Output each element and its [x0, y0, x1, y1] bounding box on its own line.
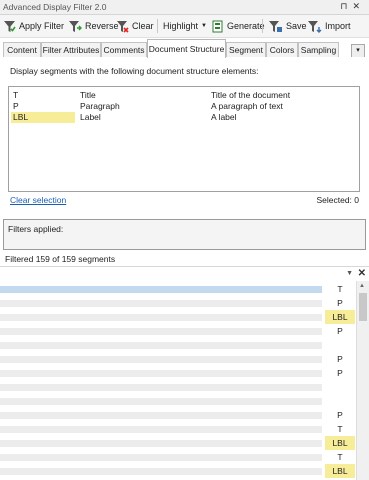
structure-tag-cell: T [337, 452, 343, 462]
list-item[interactable]: P Paragraph A paragraph of text [9, 101, 359, 112]
element-code: P [13, 101, 19, 111]
tab-colors[interactable]: Colors [266, 42, 298, 57]
table-row[interactable] [0, 314, 322, 321]
reverse-button[interactable]: Reverse [68, 18, 119, 34]
tab-overflow-button[interactable]: ▾ [351, 44, 365, 58]
table-row[interactable] [0, 426, 322, 433]
generate-icon [212, 20, 223, 32]
apply-filter-button[interactable]: Apply Filter [3, 18, 64, 34]
funnel-icon [4, 20, 16, 32]
toolbar: Apply Filter Reverse Clear Highlight ▼ G… [0, 15, 369, 38]
filters-applied-label: Filters applied: [8, 224, 64, 234]
window-title: Advanced Display Filter 2.0 [3, 2, 107, 12]
filters-applied-box: Filters applied: [3, 219, 366, 250]
tab-content[interactable]: Content [3, 42, 41, 57]
document-structure-panel: Display segments with the following docu… [0, 57, 369, 212]
table-row[interactable] [0, 440, 322, 447]
table-row[interactable] [0, 356, 322, 363]
table-row[interactable] [0, 370, 322, 377]
chevron-down-icon: ▼ [201, 23, 207, 29]
structure-tag-cell [325, 394, 355, 408]
pin-icon[interactable]: ⊓ [340, 1, 352, 11]
structure-tag-cell: LBL [325, 464, 355, 478]
dropdown-arrow-icon[interactable]: ▼ [346, 270, 353, 277]
tab-filter-attributes[interactable]: Filter Attributes [41, 42, 101, 57]
structure-tag-cell: LBL [325, 436, 355, 450]
tab-sampling[interactable]: Sampling [298, 42, 339, 57]
structure-tag-cell: LBL [325, 310, 355, 324]
table-row[interactable] [0, 412, 322, 419]
structure-tag-cell: T [337, 284, 343, 294]
element-name: Label [80, 112, 101, 122]
structure-tag-cell: P [337, 354, 343, 364]
table-row[interactable] [0, 300, 322, 307]
segment-grid[interactable]: T P LBL P P P P T LBL T LBL [0, 281, 356, 480]
highlight-dropdown[interactable]: Highlight ▼ [163, 18, 207, 34]
title-bar-controls: ⊓✕ [340, 1, 365, 12]
structure-tag-cell [325, 338, 355, 352]
filtered-status: Filtered 159 of 159 segments [5, 254, 116, 264]
element-description: Title of the document [211, 90, 291, 100]
tab-strip: Content Filter Attributes Comments Docum… [0, 39, 369, 58]
generate-button[interactable]: Generate [212, 18, 265, 34]
selected-count: Selected: 0 [316, 195, 359, 205]
clear-filter-icon [117, 20, 129, 33]
structure-tag-cell [325, 380, 355, 394]
table-row[interactable] [0, 342, 322, 349]
tab-comments[interactable]: Comments [101, 42, 147, 57]
clear-button[interactable]: Clear [116, 18, 154, 34]
save-button[interactable]: Save [268, 18, 307, 34]
element-code: T [13, 90, 19, 100]
structure-tag-cell: T [337, 424, 343, 434]
table-row[interactable] [0, 328, 322, 335]
table-row[interactable] [0, 468, 322, 475]
table-row[interactable] [0, 286, 322, 293]
clear-selection-link[interactable]: Clear selection [10, 195, 66, 205]
import-filter-icon [308, 20, 322, 33]
element-description: A paragraph of text [211, 101, 283, 111]
chevron-down-icon: ▾ [356, 47, 360, 54]
table-row[interactable] [0, 454, 322, 461]
element-name: Paragraph [80, 101, 120, 111]
structure-tag-cell: P [337, 410, 343, 420]
instruction-text: Display segments with the following docu… [10, 66, 259, 76]
title-bar: Advanced Display Filter 2.0 ⊓✕ [0, 0, 369, 15]
close-icon[interactable]: ✕ [352, 1, 365, 11]
element-description: A label [211, 112, 237, 122]
structure-tag-cell: P [337, 298, 343, 308]
list-item[interactable]: LBL Label A label [9, 112, 359, 123]
tab-document-structure[interactable]: Document Structure [147, 39, 226, 58]
list-item[interactable]: T Title Title of the document [9, 90, 359, 101]
tab-segment[interactable]: Segment [226, 42, 266, 57]
scroll-up-icon[interactable]: ▲ [359, 283, 365, 289]
table-row[interactable] [0, 384, 322, 391]
grid-header: ▼ ✕ [0, 266, 369, 282]
table-row[interactable] [0, 398, 322, 405]
scroll-thumb[interactable] [359, 293, 367, 321]
save-filter-icon [269, 20, 282, 32]
reverse-filter-icon [69, 20, 82, 32]
vertical-scrollbar[interactable]: ▲ [356, 281, 369, 480]
structure-tag-cell: P [337, 368, 343, 378]
element-code: LBL [13, 112, 29, 122]
structure-tag-cell: P [337, 326, 343, 336]
element-name: Title [80, 90, 96, 100]
close-icon[interactable]: ✕ [358, 268, 366, 279]
structure-element-list[interactable]: T Title Title of the document P Paragrap… [8, 86, 360, 192]
import-button[interactable]: Import [307, 18, 351, 34]
